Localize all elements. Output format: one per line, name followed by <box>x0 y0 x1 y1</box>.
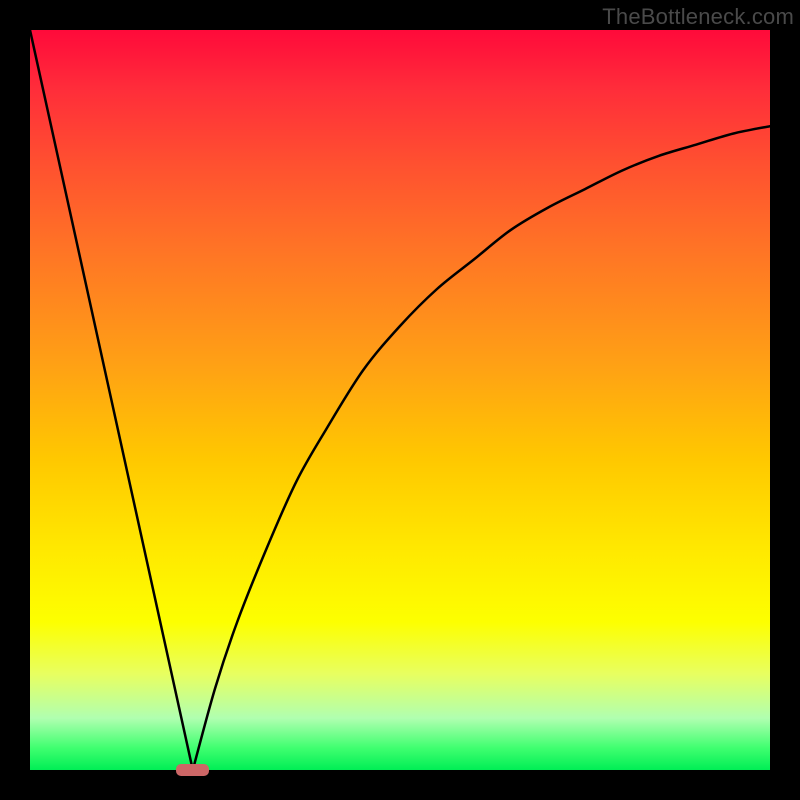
chart-frame <box>30 30 770 770</box>
watermark-label: TheBottleneck.com <box>602 4 794 30</box>
plot-area <box>30 30 770 770</box>
bottleneck-curve <box>30 30 770 770</box>
curve-svg <box>30 30 770 770</box>
minimum-marker <box>176 764 209 775</box>
